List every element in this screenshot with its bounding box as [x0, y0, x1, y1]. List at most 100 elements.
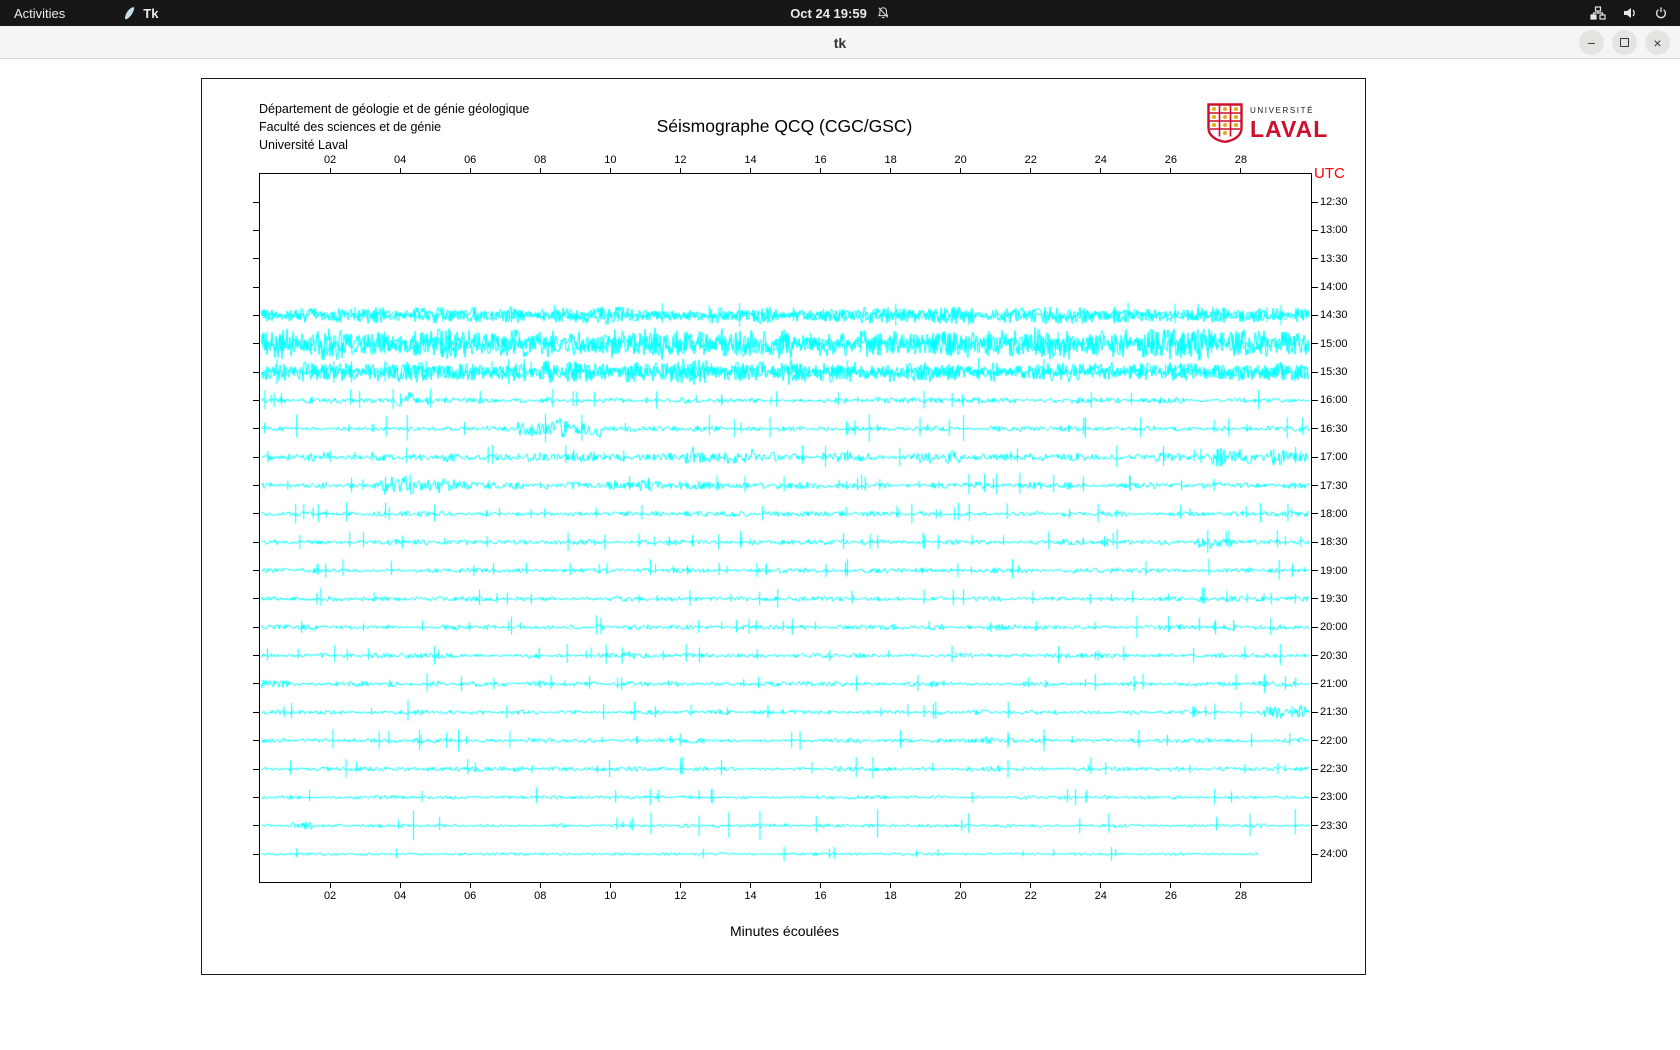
- x-tick-top: [1100, 168, 1101, 174]
- x-tick-label-bottom: 20: [955, 890, 967, 902]
- x-tick-label-bottom: 08: [534, 890, 546, 902]
- utc-time-label: 18:00: [1320, 508, 1348, 520]
- x-tick-label-top: 08: [534, 154, 546, 166]
- y-tick-left: [253, 655, 259, 656]
- y-tick-right: [1311, 854, 1318, 855]
- maximize-button[interactable]: [1612, 30, 1637, 55]
- power-icon[interactable]: [1654, 6, 1668, 20]
- utc-time-label: 20:00: [1320, 621, 1348, 633]
- y-tick-right: [1311, 287, 1318, 288]
- app-indicator-tk[interactable]: Tk: [123, 6, 158, 21]
- x-tick-bottom: [1240, 882, 1241, 888]
- x-tick-label-top: 26: [1165, 154, 1177, 166]
- volume-icon[interactable]: [1622, 6, 1638, 20]
- x-tick-label-top: 24: [1095, 154, 1107, 166]
- y-tick-left: [253, 372, 259, 373]
- y-tick-right: [1311, 343, 1318, 344]
- x-tick-top: [1030, 168, 1031, 174]
- y-tick-right: [1311, 202, 1318, 203]
- utc-time-label: 16:30: [1320, 423, 1348, 435]
- utc-time-label: 16:00: [1320, 394, 1348, 406]
- x-tick-label-top: 10: [604, 154, 616, 166]
- window-title-bar: tk − ×: [0, 26, 1680, 59]
- y-tick-right: [1311, 485, 1318, 486]
- page-title: Séismographe QCQ (CGC/GSC): [259, 116, 1310, 137]
- x-tick-bottom: [470, 882, 471, 888]
- y-tick-left: [253, 315, 259, 316]
- x-tick-label-bottom: 02: [324, 890, 336, 902]
- y-tick-left: [253, 712, 259, 713]
- window-title: tk: [0, 26, 1680, 59]
- x-tick-label-bottom: 10: [604, 890, 616, 902]
- y-tick-left: [253, 740, 259, 741]
- y-tick-left: [253, 598, 259, 599]
- clock-menu[interactable]: Oct 24 19:59: [790, 0, 890, 26]
- y-tick-right: [1311, 825, 1318, 826]
- x-tick-label-top: 28: [1235, 154, 1247, 166]
- utc-time-label: 17:30: [1320, 480, 1348, 492]
- close-icon: ×: [1653, 36, 1661, 50]
- clock-label: Oct 24 19:59: [790, 6, 867, 21]
- y-tick-left: [253, 513, 259, 514]
- minimize-button[interactable]: −: [1579, 30, 1604, 55]
- x-tick-label-bottom: 28: [1235, 890, 1247, 902]
- y-tick-left: [253, 854, 259, 855]
- utc-time-label: 14:00: [1320, 281, 1348, 293]
- x-tick-bottom: [890, 882, 891, 888]
- utc-time-label: 21:00: [1320, 678, 1348, 690]
- utc-time-label: 21:30: [1320, 706, 1348, 718]
- network-icon[interactable]: [1590, 6, 1606, 20]
- x-tick-top: [680, 168, 681, 174]
- y-tick-left: [253, 202, 259, 203]
- y-tick-left: [253, 683, 259, 684]
- seismogram-canvas: [260, 174, 1311, 882]
- x-tick-label-bottom: 06: [464, 890, 476, 902]
- x-tick-label-top: 18: [884, 154, 896, 166]
- x-tick-label-bottom: 22: [1025, 890, 1037, 902]
- x-axis-label: Minutes écoulées: [259, 923, 1310, 939]
- y-tick-right: [1311, 740, 1318, 741]
- x-tick-label-top: 20: [955, 154, 967, 166]
- utc-time-label: 23:30: [1320, 820, 1348, 832]
- tk-canvas-frame: Département de géologie et de génie géol…: [201, 78, 1366, 975]
- x-tick-label-top: 22: [1025, 154, 1037, 166]
- y-tick-right: [1311, 258, 1318, 259]
- x-tick-top: [470, 168, 471, 174]
- x-tick-bottom: [610, 882, 611, 888]
- x-tick-bottom: [680, 882, 681, 888]
- close-button[interactable]: ×: [1645, 30, 1670, 55]
- y-tick-right: [1311, 598, 1318, 599]
- utc-time-label: 24:00: [1320, 848, 1348, 860]
- y-tick-left: [253, 485, 259, 486]
- laval-shield-icon: [1207, 103, 1243, 148]
- x-tick-label-bottom: 26: [1165, 890, 1177, 902]
- x-tick-label-top: 14: [744, 154, 756, 166]
- system-status-area[interactable]: [1590, 0, 1668, 26]
- y-tick-right: [1311, 400, 1318, 401]
- x-tick-label-bottom: 12: [674, 890, 686, 902]
- y-tick-right: [1311, 655, 1318, 656]
- y-tick-left: [253, 797, 259, 798]
- utc-time-label: 23:00: [1320, 791, 1348, 803]
- maximize-icon: [1620, 38, 1629, 47]
- y-tick-left: [253, 542, 259, 543]
- y-tick-right: [1311, 315, 1318, 316]
- x-tick-bottom: [400, 882, 401, 888]
- utc-time-label: 20:30: [1320, 650, 1348, 662]
- utc-time-label: 14:30: [1320, 309, 1348, 321]
- department-line-3: Université Laval: [259, 136, 529, 154]
- x-tick-top: [960, 168, 961, 174]
- utc-time-label: 18:30: [1320, 536, 1348, 548]
- x-tick-top: [890, 168, 891, 174]
- y-tick-left: [253, 287, 259, 288]
- laval-logo-text: UNIVERSITÉ LAVAL: [1250, 106, 1328, 143]
- utc-time-label: 13:30: [1320, 253, 1348, 265]
- tk-app-icon: [123, 6, 136, 21]
- x-tick-bottom: [820, 882, 821, 888]
- laval-logo-laval: LAVAL: [1250, 116, 1328, 143]
- x-tick-bottom: [1170, 882, 1171, 888]
- x-tick-label-bottom: 14: [744, 890, 756, 902]
- x-tick-top: [1170, 168, 1171, 174]
- x-tick-bottom: [540, 882, 541, 888]
- activities-button[interactable]: Activities: [14, 6, 65, 21]
